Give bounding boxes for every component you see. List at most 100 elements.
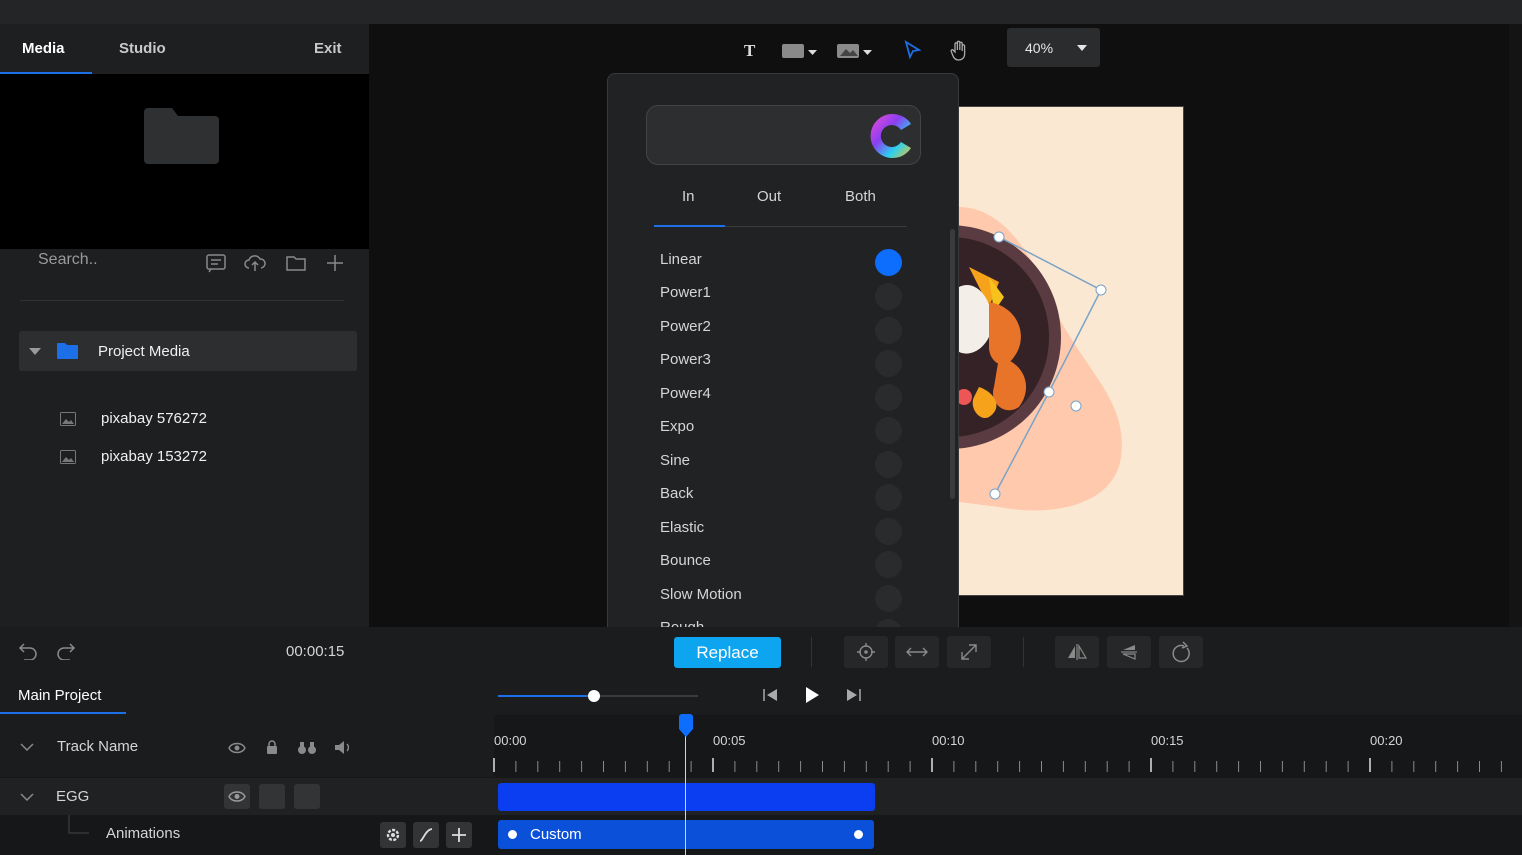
easing-curve-button[interactable] xyxy=(413,822,439,848)
easing-radio-linear[interactable] xyxy=(875,249,902,276)
new-folder-icon[interactable] xyxy=(285,252,307,274)
expand-icon xyxy=(961,644,977,660)
easing-option-elastic[interactable]: Elastic xyxy=(660,519,704,536)
ruler-label: 00:15 xyxy=(1151,733,1184,748)
tab-out[interactable]: Out xyxy=(757,188,781,205)
caret-down-icon[interactable] xyxy=(29,348,41,355)
solo-toggle[interactable] xyxy=(294,784,320,809)
tree-connector xyxy=(68,815,89,834)
chevron-down-icon[interactable] xyxy=(19,742,35,752)
timeline-zoom-slider-knob[interactable] xyxy=(588,690,600,702)
easing-radio-bounce[interactable] xyxy=(875,551,902,578)
easing-option-power1[interactable]: Power1 xyxy=(660,284,711,301)
add-icon[interactable] xyxy=(324,252,346,274)
playhead-line xyxy=(685,728,686,855)
easing-radio-elastic[interactable] xyxy=(875,518,902,545)
animations-track-label: Animations xyxy=(106,825,181,842)
text-tool-icon[interactable]: T xyxy=(744,41,755,61)
easing-option-back[interactable]: Back xyxy=(660,485,693,502)
rotate-icon xyxy=(1172,641,1190,663)
flip-horizontal-button[interactable] xyxy=(1055,636,1099,668)
ruler-label: 00:05 xyxy=(713,733,746,748)
folder-icon xyxy=(144,108,219,164)
fit-screen-button[interactable] xyxy=(947,636,991,668)
tab-both[interactable]: Both xyxy=(845,188,876,205)
easing-radio-slow-motion[interactable] xyxy=(875,585,902,612)
image-icon xyxy=(60,450,76,464)
exit-button[interactable]: Exit xyxy=(314,40,342,57)
arrows-horizontal-icon xyxy=(906,647,928,657)
tab-in[interactable]: In xyxy=(682,188,695,205)
animation-settings-button[interactable] xyxy=(380,822,406,848)
playhead-handle[interactable] xyxy=(677,714,695,738)
volume-icon[interactable] xyxy=(334,740,352,755)
image-icon xyxy=(60,412,76,426)
animation-clip-label: Custom xyxy=(530,826,582,843)
easing-radio-power1[interactable] xyxy=(875,283,902,310)
upload-icon[interactable] xyxy=(244,252,266,274)
food-illustration[interactable] xyxy=(959,107,1184,596)
search-divider xyxy=(20,300,344,301)
window-top-bar xyxy=(0,0,1522,24)
track-name[interactable]: EGG xyxy=(56,788,89,805)
easing-radio-power4[interactable] xyxy=(875,384,902,411)
easing-radio-power3[interactable] xyxy=(875,350,902,377)
easing-radio-back[interactable] xyxy=(875,484,902,511)
redo-icon[interactable] xyxy=(56,642,76,660)
folder-icon xyxy=(57,343,78,359)
hand-tool-icon[interactable] xyxy=(950,40,968,62)
keyframe-start[interactable] xyxy=(508,830,517,839)
eye-icon[interactable] xyxy=(228,741,246,755)
skip-back-icon[interactable] xyxy=(761,687,779,703)
easing-option-power4[interactable]: Power4 xyxy=(660,385,711,402)
captions-icon[interactable] xyxy=(205,252,227,274)
easing-option-expo[interactable]: Expo xyxy=(660,418,694,435)
add-animation-button[interactable] xyxy=(446,822,472,848)
eye-icon xyxy=(228,791,246,802)
media-item-label[interactable]: pixabay 153272 xyxy=(101,448,207,465)
chevron-down-icon[interactable] xyxy=(19,792,35,802)
easing-option-linear[interactable]: Linear xyxy=(660,251,702,268)
easing-radio-sine[interactable] xyxy=(875,451,902,478)
replace-button[interactable]: Replace xyxy=(674,637,781,668)
fit-width-button[interactable] xyxy=(895,636,939,668)
binoculars-icon[interactable] xyxy=(297,740,317,755)
ruler-label: 00:00 xyxy=(494,733,527,748)
easing-option-power3[interactable]: Power3 xyxy=(660,351,711,368)
undo-icon[interactable] xyxy=(18,642,38,660)
tab-studio[interactable]: Studio xyxy=(119,40,166,57)
plus-icon xyxy=(452,828,466,842)
easing-radio-power2[interactable] xyxy=(875,317,902,344)
lock-icon[interactable] xyxy=(265,739,279,755)
lock-toggle[interactable] xyxy=(259,784,285,809)
easing-option-sine[interactable]: Sine xyxy=(660,452,690,469)
select-tool-icon[interactable] xyxy=(904,40,922,62)
app-logo-icon xyxy=(870,114,911,158)
image-tool-icon[interactable] xyxy=(837,42,873,60)
ruler-label: 00:10 xyxy=(932,733,965,748)
tab-main-project[interactable]: Main Project xyxy=(18,687,101,704)
play-icon[interactable] xyxy=(803,685,821,705)
easing-option-bounce[interactable]: Bounce xyxy=(660,552,711,569)
zoom-label: 40% xyxy=(1025,40,1054,56)
easing-option-power2[interactable]: Power2 xyxy=(660,318,711,335)
project-media-label: Project Media xyxy=(98,343,190,360)
media-item-label[interactable]: pixabay 576272 xyxy=(101,410,207,427)
shape-tool-icon[interactable] xyxy=(782,42,818,60)
artboard[interactable] xyxy=(958,106,1184,596)
track-name-header: Track Name xyxy=(57,738,139,755)
track-clip[interactable] xyxy=(498,783,875,811)
keyframe-end[interactable] xyxy=(854,830,863,839)
flip-vertical-button[interactable] xyxy=(1107,636,1151,668)
search-input[interactable]: Search.. xyxy=(38,251,98,269)
visibility-toggle[interactable] xyxy=(224,784,250,809)
easing-radio-expo[interactable] xyxy=(875,417,902,444)
timeline-ruler[interactable] xyxy=(490,756,1510,776)
scrollbar-thumb[interactable] xyxy=(950,229,955,499)
rotate-button[interactable] xyxy=(1159,636,1203,668)
tab-media[interactable]: Media xyxy=(22,40,65,57)
easing-option-slow-motion[interactable]: Slow Motion xyxy=(660,586,742,603)
skip-forward-icon[interactable] xyxy=(845,687,863,703)
chevron-down-icon[interactable] xyxy=(1077,45,1087,51)
center-button[interactable] xyxy=(844,636,888,668)
